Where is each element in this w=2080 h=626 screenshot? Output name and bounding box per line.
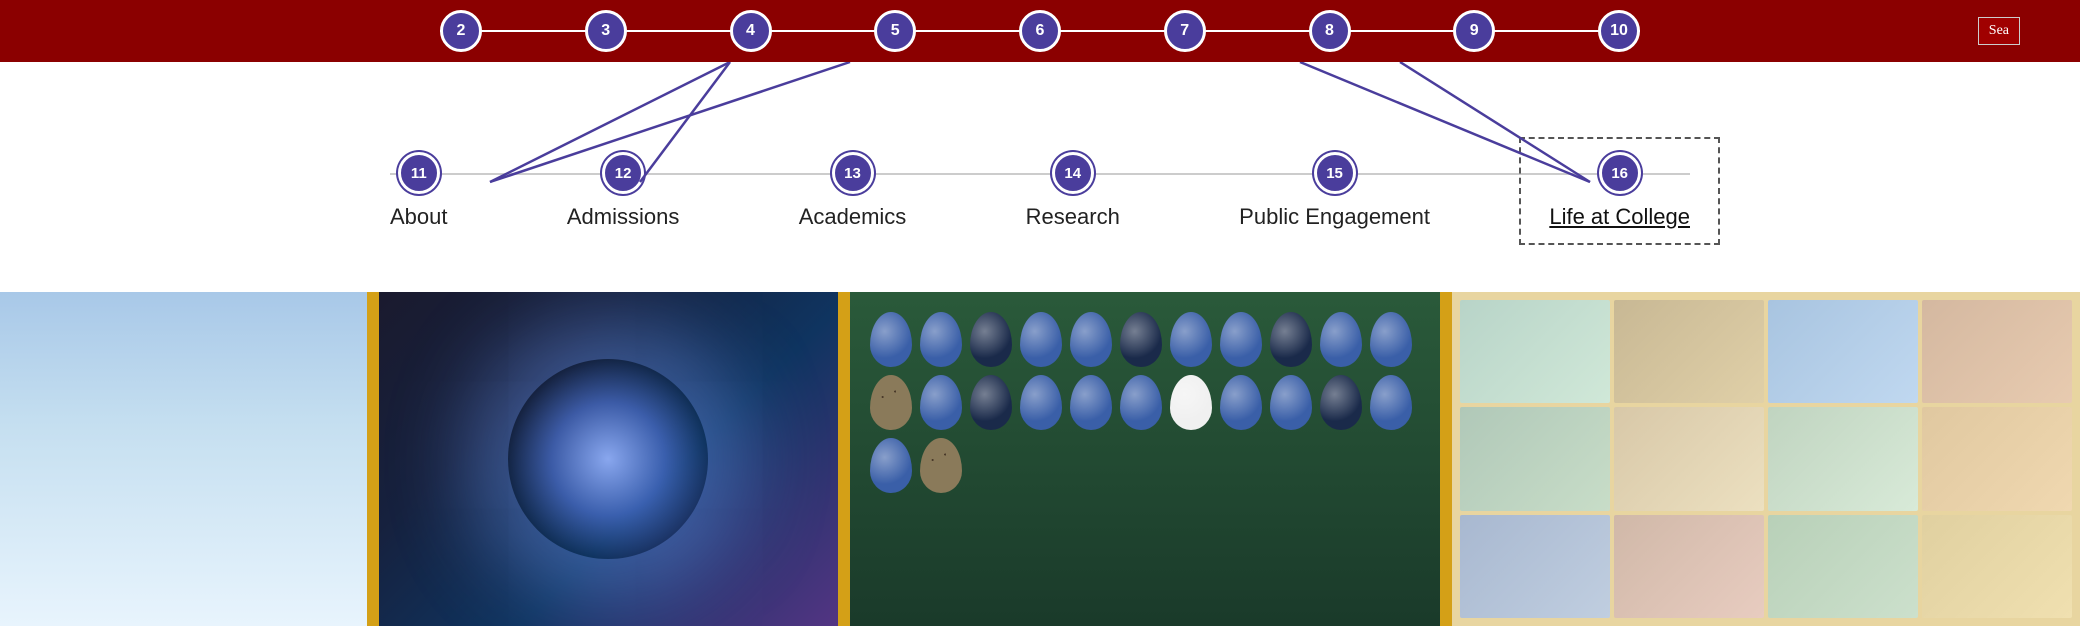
museum-panel <box>1452 292 2080 626</box>
top-node-7[interactable]: 7 <box>1164 10 1206 52</box>
nav-item-admissions[interactable]: 12 Admissions <box>567 152 679 230</box>
museum-cell <box>1614 407 1764 510</box>
museum-cell <box>1922 300 2072 403</box>
nav-label-admissions: Admissions <box>567 204 679 230</box>
nav-item-life-at-college[interactable]: 16 Life at College <box>1549 152 1690 230</box>
nav-node-12[interactable]: 12 <box>602 152 644 194</box>
top-node-6[interactable]: 6 <box>1019 10 1061 52</box>
nav-node-15[interactable]: 15 <box>1314 152 1356 194</box>
egg-item <box>920 312 962 367</box>
nav-label-public-engagement: Public Engagement <box>1239 204 1430 230</box>
top-node-5[interactable]: 5 <box>874 10 916 52</box>
nav-timeline-row: 11 About 12 Admissions 13 Academics 14 R… <box>390 152 1690 230</box>
nav-node-13[interactable]: 13 <box>832 152 874 194</box>
top-node-2[interactable]: 2 <box>440 10 482 52</box>
panel-separator-1 <box>367 292 379 626</box>
nav-node-16[interactable]: 16 <box>1599 152 1641 194</box>
nav-node-14[interactable]: 14 <box>1052 152 1094 194</box>
egg-item <box>1170 312 1212 367</box>
egg-item <box>1220 312 1262 367</box>
egg-item <box>1270 375 1312 430</box>
eggs-panel <box>850 292 1441 626</box>
museum-cell <box>1460 300 1610 403</box>
egg-item <box>1070 375 1112 430</box>
museum-cell <box>1922 407 2072 510</box>
museum-cell <box>1614 300 1764 403</box>
egg-item <box>1220 375 1262 430</box>
top-node-9[interactable]: 9 <box>1453 10 1495 52</box>
nav-label-about: About <box>390 204 448 230</box>
nav-section: 11 About 12 Admissions 13 Academics 14 R… <box>0 62 2080 292</box>
egg-item <box>870 375 912 430</box>
panel-separator-2 <box>838 292 850 626</box>
nav-item-academics[interactable]: 13 Academics <box>799 152 907 230</box>
museum-cell <box>1768 407 1918 510</box>
nav-label-life-at-college: Life at College <box>1549 204 1690 230</box>
museum-cell <box>1768 515 1918 618</box>
museum-cell <box>1922 515 2072 618</box>
egg-item <box>1020 312 1062 367</box>
egg-item <box>1020 375 1062 430</box>
museum-cell <box>1460 407 1610 510</box>
top-node-10[interactable]: 10 <box>1598 10 1640 52</box>
egg-item <box>1320 312 1362 367</box>
nav-node-11[interactable]: 11 <box>398 152 440 194</box>
top-timeline: 2 3 4 5 6 7 8 9 10 <box>440 10 1640 52</box>
sky-image-panel <box>0 292 367 626</box>
glow-visual <box>508 359 708 559</box>
egg-item <box>1370 312 1412 367</box>
nav-item-about[interactable]: 11 About <box>390 152 448 230</box>
dark-glow-panel <box>379 292 838 626</box>
egg-item <box>1170 375 1212 430</box>
nav-label-research: Research <box>1026 204 1120 230</box>
museum-cell <box>1460 515 1610 618</box>
bottom-image-section <box>0 292 2080 626</box>
egg-item <box>970 375 1012 430</box>
search-label: Sea <box>1989 23 2009 39</box>
museum-cell <box>1768 300 1918 403</box>
nav-item-research[interactable]: 14 Research <box>1026 152 1120 230</box>
egg-item <box>870 438 912 493</box>
panel-separator-3 <box>1440 292 1452 626</box>
egg-item <box>920 438 962 493</box>
egg-item <box>920 375 962 430</box>
museum-cell <box>1614 515 1764 618</box>
top-navigation-bar: 2 3 4 5 6 7 8 9 10 Sea <box>0 0 2080 62</box>
egg-item <box>1120 312 1162 367</box>
egg-item <box>1070 312 1112 367</box>
egg-item <box>1120 375 1162 430</box>
nav-label-academics: Academics <box>799 204 907 230</box>
top-node-4[interactable]: 4 <box>730 10 772 52</box>
egg-item <box>1370 375 1412 430</box>
nav-item-public-engagement[interactable]: 15 Public Engagement <box>1239 152 1430 230</box>
search-box[interactable]: Sea <box>1978 17 2020 45</box>
top-node-8[interactable]: 8 <box>1309 10 1351 52</box>
egg-item <box>870 312 912 367</box>
egg-item <box>1320 375 1362 430</box>
egg-item <box>1270 312 1312 367</box>
top-node-3[interactable]: 3 <box>585 10 627 52</box>
egg-item <box>970 312 1012 367</box>
